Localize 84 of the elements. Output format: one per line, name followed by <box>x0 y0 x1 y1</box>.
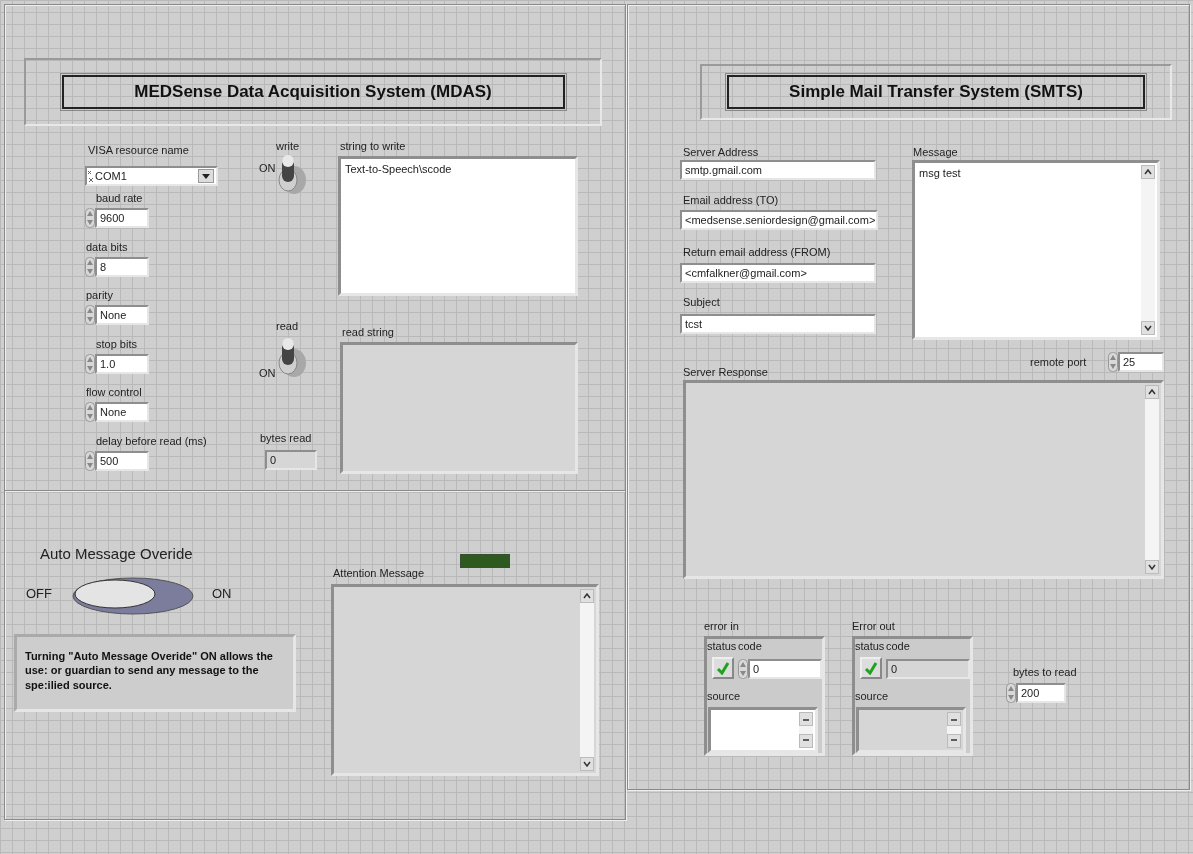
text-field[interactable]: <cmfalkner@gmail.com> <box>680 263 876 283</box>
chevron-down-icon <box>1148 564 1156 570</box>
text-area[interactable] <box>708 707 818 753</box>
text-field[interactable]: smtp.gmail.com <box>680 160 876 180</box>
dash-icon <box>802 716 810 722</box>
slide-switch[interactable] <box>70 576 196 616</box>
field-label: Server Address <box>683 146 759 160</box>
field-label: read string <box>342 326 394 340</box>
field-label: delay before read (ms) <box>96 434 207 448</box>
scroll-down-button[interactable] <box>1141 321 1155 335</box>
field-label: source <box>855 690 889 704</box>
scrollbar[interactable] <box>799 712 813 748</box>
scroll-down-button[interactable] <box>1145 560 1159 574</box>
numeric-field[interactable]: 9600 <box>95 208 149 228</box>
numeric-field[interactable]: None <box>95 402 149 422</box>
numeric-field[interactable]: 200 <box>1016 683 1066 703</box>
numeric-field[interactable]: None <box>95 305 149 325</box>
switch-state: ON <box>259 162 276 176</box>
dash-icon <box>802 738 810 744</box>
scroll-down-button[interactable] <box>947 734 961 748</box>
text-area[interactable]: Text-to-Speech\scode <box>338 156 578 296</box>
scroll-down-button[interactable] <box>799 734 813 748</box>
numeric-field[interactable]: 500 <box>95 450 149 471</box>
numeric-field[interactable]: 1.0 <box>95 353 149 374</box>
field-label: remote port <box>1030 356 1087 370</box>
dash-icon <box>950 738 958 744</box>
chevron-up-icon <box>1148 389 1156 395</box>
panel-title: MEDSense Data Acquisition System (MDAS) <box>61 75 565 109</box>
resource-dropdown[interactable]: COM1 <box>85 166 218 186</box>
switch-title: Auto Message Overide <box>40 545 193 563</box>
cluster-label: error in <box>704 620 739 634</box>
field-label: Return email address (FROM) <box>683 246 831 260</box>
field-label: baud rate <box>96 192 143 206</box>
scroll-up-button[interactable] <box>580 589 594 603</box>
switch-label: write <box>276 140 300 154</box>
field-label: bytes read <box>260 432 312 446</box>
text-area[interactable]: msg test <box>912 160 1160 340</box>
scrollbar[interactable] <box>1145 385 1159 574</box>
numeric-display: 0 <box>886 659 970 679</box>
chevron-up-icon <box>1144 169 1152 175</box>
numeric-field[interactable]: 0 <box>748 659 822 679</box>
scrollbar[interactable] <box>580 589 594 771</box>
field-label: bytes to read <box>1013 666 1077 680</box>
text-field[interactable]: tcst <box>680 314 876 334</box>
description-text: Turning "Auto Message Overide" ON allows the use: or guardian to send any message to the spe:ilied source. <box>14 634 296 712</box>
field-label: status <box>855 640 885 654</box>
cluster-label: Error out <box>852 620 895 634</box>
chevron-down-icon <box>1144 325 1152 331</box>
field-label: string to write <box>340 140 406 154</box>
field-label: stop bits <box>96 337 137 351</box>
field-label: Message <box>913 146 958 160</box>
text-field[interactable]: <medsense.seniordesign@gmail.com> <box>680 210 878 230</box>
field-label: source <box>707 690 741 704</box>
scroll-down-button[interactable] <box>580 757 594 771</box>
field-label: Attention Message <box>333 567 425 581</box>
field-label: status <box>707 640 737 654</box>
field-label: code <box>738 640 762 654</box>
switch-state: OFF <box>26 586 52 602</box>
resource-icon <box>87 169 95 183</box>
switch-state: ON <box>212 586 232 602</box>
numeric-display: 0 <box>265 450 317 470</box>
scroll-up-button[interactable] <box>947 712 961 726</box>
field-label: Email address (TO) <box>683 194 779 208</box>
field-label: code <box>886 640 910 654</box>
panel-title: Simple Mail Transfer System (SMTS) <box>727 75 1145 109</box>
scrollbar[interactable] <box>947 712 961 748</box>
field-label: Subject <box>683 296 720 310</box>
dash-icon <box>950 716 958 722</box>
scroll-up-button[interactable] <box>1145 385 1159 399</box>
field-label: Server Response <box>683 366 768 380</box>
field-label: VISA resource name <box>88 144 189 158</box>
scroll-up-button[interactable] <box>1141 165 1155 179</box>
chevron-down-icon <box>583 761 591 767</box>
caret-icon[interactable] <box>198 169 214 183</box>
numeric-field[interactable]: 8 <box>95 256 149 277</box>
field-label: data bits <box>86 240 128 254</box>
numeric-field[interactable]: 25 <box>1118 352 1164 372</box>
switch-state: ON <box>259 367 276 381</box>
field-label: parity <box>86 289 113 303</box>
chevron-up-icon <box>583 593 591 599</box>
scroll-up-button[interactable] <box>799 712 813 726</box>
field-label: flow control <box>86 386 142 400</box>
scrollbar[interactable] <box>1141 165 1155 335</box>
switch-label: read <box>276 320 299 334</box>
